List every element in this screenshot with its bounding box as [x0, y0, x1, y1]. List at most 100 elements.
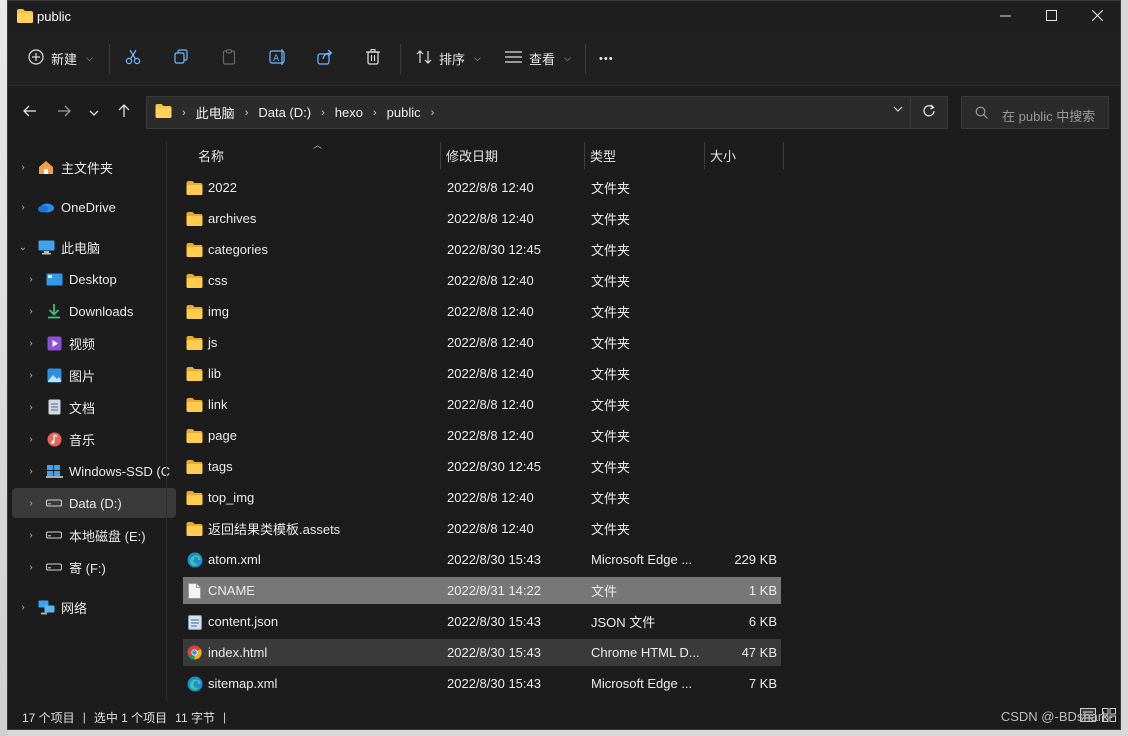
- new-button[interactable]: 新建 ⌵: [28, 32, 93, 85]
- column-divider[interactable]: [704, 142, 705, 169]
- file-row[interactable]: js 2022/8/8 12:40 文件夹: [183, 329, 781, 356]
- chevron-right-icon[interactable]: ›: [16, 602, 30, 613]
- file-row[interactable]: top_img 2022/8/8 12:40 文件夹: [183, 484, 781, 511]
- file-row[interactable]: atom.xml 2022/8/30 15:43 Microsoft Edge …: [183, 546, 781, 573]
- chevron-right-icon[interactable]: ›: [24, 498, 38, 509]
- chevron-right-icon[interactable]: ›: [431, 107, 435, 119]
- view-button[interactable]: 查看 ⌵: [505, 32, 571, 85]
- breadcrumb-item[interactable]: 此电脑: [196, 103, 235, 122]
- column-header-type[interactable]: 类型: [590, 141, 616, 169]
- file-row[interactable]: page 2022/8/8 12:40 文件夹: [183, 422, 781, 449]
- breadcrumb-item[interactable]: hexo: [335, 105, 363, 120]
- file-date: 2022/8/30 15:43: [447, 552, 541, 567]
- chevron-right-icon[interactable]: ›: [24, 402, 38, 413]
- file-row[interactable]: img 2022/8/8 12:40 文件夹: [183, 298, 781, 325]
- file-row[interactable]: tags 2022/8/30 12:45 文件夹: [183, 453, 781, 480]
- chevron-right-icon[interactable]: ›: [24, 530, 38, 541]
- breadcrumb-item[interactable]: public: [387, 105, 421, 120]
- chevron-right-icon[interactable]: ›: [321, 107, 325, 119]
- pane-divider[interactable]: [166, 141, 167, 701]
- nav-item-pictures[interactable]: › 图片: [8, 360, 182, 390]
- file-date: 2022/8/8 12:40: [447, 304, 534, 319]
- column-header-name[interactable]: 名称: [198, 141, 224, 169]
- refresh-button[interactable]: [910, 97, 947, 128]
- chevron-right-icon[interactable]: ›: [24, 274, 38, 285]
- nav-item-drive-e[interactable]: › 本地磁盘 (E:): [8, 520, 182, 550]
- rename-button[interactable]: A: [269, 32, 287, 85]
- file-type: 文件夹: [591, 243, 631, 258]
- nav-item-home[interactable]: › 主文件夹: [8, 152, 174, 182]
- chevron-right-icon[interactable]: ›: [24, 466, 38, 477]
- copy-button[interactable]: [173, 32, 189, 85]
- arrow-left-icon: [23, 104, 37, 121]
- address-bar[interactable]: › 此电脑 › Data (D:) › hexo › public ›: [146, 96, 948, 129]
- title-bar[interactable]: public: [8, 1, 1120, 32]
- file-row-hovered[interactable]: index.html 2022/8/30 15:43 Chrome HTML D…: [183, 639, 781, 666]
- chevron-down-icon[interactable]: ⌄: [16, 242, 30, 253]
- column-divider[interactable]: [584, 142, 585, 169]
- column-divider[interactable]: [783, 142, 784, 169]
- nav-item-documents[interactable]: › 文档: [8, 392, 182, 422]
- nav-label: 本地磁盘 (E:): [69, 528, 146, 544]
- file-row[interactable]: 2022 2022/8/8 12:40 文件夹: [183, 174, 781, 201]
- selection-count: 选中 1 个项目: [93, 710, 168, 725]
- file-row-selected[interactable]: CNAME 2022/8/31 14:22 文件 1 KB: [183, 577, 781, 604]
- file-row[interactable]: archives 2022/8/8 12:40 文件夹: [183, 205, 781, 232]
- sort-button[interactable]: 排序 ⌵: [416, 32, 481, 85]
- toolbar-divider: [109, 44, 110, 74]
- search-input[interactable]: 在 public 中搜索: [961, 96, 1109, 129]
- folder-icon: [17, 9, 33, 26]
- nav-item-onedrive[interactable]: › OneDrive: [8, 192, 174, 222]
- nav-item-drive-c[interactable]: › Windows-SSD (C: [8, 456, 182, 486]
- forward-button[interactable]: [52, 99, 76, 125]
- rename-icon: A: [269, 49, 287, 68]
- column-divider[interactable]: [440, 142, 441, 169]
- delete-button[interactable]: [365, 32, 381, 85]
- back-button[interactable]: [18, 99, 42, 125]
- file-size: 6 KB: [748, 614, 777, 629]
- chevron-right-icon[interactable]: ›: [24, 562, 38, 573]
- file-row[interactable]: categories 2022/8/30 12:45 文件夹: [183, 236, 781, 263]
- chevron-right-icon[interactable]: ›: [16, 202, 30, 213]
- nav-item-videos[interactable]: › 视频: [8, 328, 182, 358]
- recent-locations-button[interactable]: [82, 99, 106, 125]
- file-name: link: [208, 397, 228, 412]
- cut-button[interactable]: [125, 32, 141, 85]
- network-icon: [37, 598, 55, 616]
- maximize-button[interactable]: [1028, 1, 1074, 32]
- file-row[interactable]: css 2022/8/8 12:40 文件夹: [183, 267, 781, 294]
- chevron-right-icon[interactable]: ›: [24, 370, 38, 381]
- column-header-date[interactable]: 修改日期: [446, 141, 498, 169]
- chevron-right-icon[interactable]: ›: [24, 338, 38, 349]
- nav-item-network[interactable]: › 网络: [8, 592, 174, 622]
- nav-item-this-pc[interactable]: ⌄ 此电脑: [8, 232, 174, 262]
- chevron-right-icon[interactable]: ›: [373, 107, 377, 119]
- address-history-dropdown[interactable]: [893, 105, 903, 116]
- chevron-right-icon[interactable]: ›: [16, 162, 30, 173]
- search-icon: [975, 106, 988, 122]
- nav-item-desktop[interactable]: › Desktop: [8, 264, 182, 294]
- share-button[interactable]: [317, 32, 333, 85]
- nav-item-drive-d[interactable]: › Data (D:): [12, 488, 176, 518]
- file-row[interactable]: link 2022/8/8 12:40 文件夹: [183, 391, 781, 418]
- breadcrumb-item[interactable]: Data (D:): [258, 105, 311, 120]
- file-date: 2022/8/8 12:40: [447, 490, 534, 505]
- nav-item-downloads[interactable]: › Downloads: [8, 296, 182, 326]
- up-button[interactable]: [112, 99, 136, 125]
- file-size: [703, 422, 777, 449]
- minimize-button[interactable]: [982, 1, 1028, 32]
- column-header-size[interactable]: 大小: [710, 141, 736, 169]
- chevron-right-icon[interactable]: ›: [245, 107, 249, 119]
- paste-button[interactable]: [221, 32, 237, 85]
- nav-item-music[interactable]: › 音乐: [8, 424, 182, 454]
- file-row[interactable]: sitemap.xml 2022/8/30 15:43 Microsoft Ed…: [183, 670, 781, 697]
- file-row[interactable]: 返回结果类模板.assets 2022/8/8 12:40 文件夹: [183, 515, 781, 542]
- file-type: Chrome HTML D...: [591, 645, 700, 660]
- close-button[interactable]: [1074, 1, 1120, 32]
- nav-item-drive-f[interactable]: › 寄 (F:): [8, 552, 182, 582]
- file-row[interactable]: content.json 2022/8/30 15:43 JSON 文件 6 K…: [183, 608, 781, 635]
- chevron-right-icon[interactable]: ›: [24, 434, 38, 445]
- more-options-button[interactable]: •••: [599, 32, 614, 85]
- file-row[interactable]: lib 2022/8/8 12:40 文件夹: [183, 360, 781, 387]
- chevron-right-icon[interactable]: ›: [24, 306, 38, 317]
